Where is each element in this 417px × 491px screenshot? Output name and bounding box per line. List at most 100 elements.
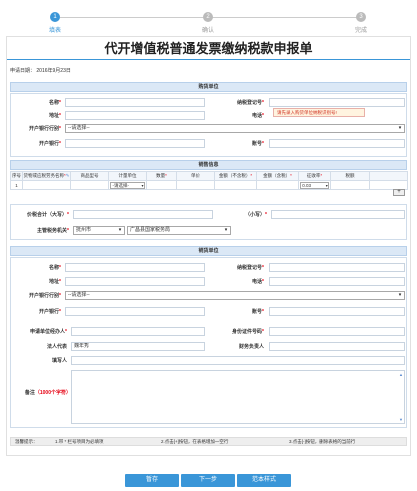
- col-goods-name: 货物或应税劳务名称*✎: [22, 171, 71, 181]
- unit-select[interactable]: -请选择- ▾: [108, 180, 147, 190]
- finance-label: 财务负责人: [238, 344, 264, 350]
- seller-taxid-label: 纳税登记号*: [237, 265, 264, 271]
- hint-bar: 温馨提示： 1.带 * 栏号项目为必填项 2.点击[+]按钮，在表格增加一空行 …: [10, 437, 407, 446]
- buyer-taxid-input[interactable]: [269, 98, 405, 107]
- seller-branch-input[interactable]: [65, 307, 205, 316]
- agent-input[interactable]: [71, 327, 205, 336]
- declaration-form: 代开增值税普通发票缴纳税款申报单 申请日期： 2016年9月23日 购货单位 名…: [6, 36, 411, 456]
- legal-rep-label: 法人代表: [46, 344, 67, 350]
- table-row: 1 -请选择- ▾ 0.03 ▾: [10, 180, 408, 190]
- idno-input[interactable]: [269, 327, 405, 336]
- save-draft-button[interactable]: 暂存: [125, 474, 179, 487]
- col-action: [369, 171, 408, 181]
- idno-label: 身份证件号码*: [232, 329, 264, 335]
- totals-section: 价税合计（大写）* （小写）* 主管税务机关* 抚州市 ▾ 广昌县国家税务局 ▾: [10, 204, 407, 240]
- buyer-address-input[interactable]: [65, 111, 205, 120]
- total-big-label: 价税合计（大写）*: [27, 212, 69, 218]
- seller-branch-label: 开户银行*: [39, 309, 61, 315]
- hint-3: 3.点击[-]按钮，删除表格的当前行: [289, 439, 356, 444]
- step-connector: [212, 17, 358, 18]
- hint-2: 2.点击[+]按钮，在表格增加一空行: [161, 439, 229, 444]
- seller-account-input[interactable]: [269, 307, 405, 316]
- seller-account-label: 账号*: [252, 309, 264, 315]
- model-input[interactable]: [70, 180, 109, 190]
- total-small-label: （小写）*: [245, 212, 267, 218]
- step-connector: [60, 17, 208, 18]
- buyer-bank-label: 开户银行行别*: [29, 126, 61, 132]
- col-price: 单价: [176, 171, 215, 181]
- col-tax: 税额: [330, 171, 370, 181]
- chevron-down-icon: ▾: [398, 292, 402, 298]
- buyer-section: 名称* 纳税登记号* 请先录入购货单位纳税识别号! 地址* 电话* 开户银行行别…: [10, 93, 407, 157]
- seller-address-input[interactable]: [65, 277, 205, 286]
- seller-name-input[interactable]: [65, 263, 205, 272]
- col-amount-inc: 金额（含税）*: [256, 171, 299, 181]
- buyer-bank-select[interactable]: --请选择-- ▾: [65, 124, 405, 133]
- sample-button[interactable]: 范本样式: [237, 474, 291, 487]
- filler-input[interactable]: [71, 356, 405, 365]
- buyer-address-label: 地址*: [49, 113, 61, 119]
- price-input[interactable]: [176, 180, 215, 190]
- add-row-button[interactable]: +: [393, 189, 405, 196]
- col-index: 序号: [10, 171, 23, 181]
- remark-label: 备注（1000个字符）: [24, 390, 71, 396]
- chevron-down-icon: ▾: [118, 227, 122, 233]
- goods-name-input[interactable]: [22, 180, 71, 190]
- hint-title: 温馨提示：: [15, 439, 38, 444]
- pencil-icon: ✎: [65, 173, 70, 178]
- buyer-taxid-label: 纳税登记号*: [237, 100, 264, 106]
- step-2-label: 确认: [201, 28, 214, 34]
- amount-ex-input[interactable]: [214, 180, 257, 190]
- col-quantity: 数量*: [146, 171, 177, 181]
- col-model: 商品型号: [70, 171, 109, 181]
- quantity-input[interactable]: [146, 180, 177, 190]
- seller-bank-select[interactable]: --请选择-- ▾: [65, 291, 405, 300]
- rate-select[interactable]: 0.03 ▾: [298, 180, 331, 190]
- buyer-phone-label: 电话*: [252, 113, 264, 119]
- total-small-input[interactable]: [271, 210, 405, 219]
- progress-steps: 1 填表 2 确认 3 完成: [0, 0, 417, 36]
- step-1-label: 填表: [48, 28, 61, 34]
- page-title: 代开增值税普通发票缴纳税款申报单: [104, 41, 313, 56]
- buyer-account-input[interactable]: [269, 139, 405, 148]
- remark-textarea[interactable]: ▲ ▼: [71, 370, 405, 424]
- amount-inc-input[interactable]: [256, 180, 299, 190]
- chevron-down-icon: ▾: [398, 125, 402, 131]
- seller-phone-input[interactable]: [269, 277, 405, 286]
- chevron-down-icon: ▾: [224, 227, 228, 233]
- goods-table: 序号 货物或应税劳务名称*✎ 商品型号 计量单位 数量* 单价 金额（不含税）*…: [10, 171, 408, 190]
- step-3-label: 完成: [354, 28, 367, 34]
- buyer-account-label: 账号*: [252, 141, 264, 147]
- tax-input[interactable]: [330, 180, 370, 190]
- buyer-name-label: 名称*: [49, 100, 61, 106]
- seller-section-header: 销货单位: [10, 246, 407, 256]
- step-3-dot: 3: [356, 12, 366, 22]
- seller-name-label: 名称*: [49, 265, 61, 271]
- seller-address-label: 地址*: [49, 279, 61, 285]
- step-1-dot: 1: [50, 12, 60, 22]
- city-select[interactable]: 抚州市 ▾: [73, 226, 125, 235]
- seller-phone-label: 电话*: [252, 279, 264, 285]
- goods-section-header: 销售信息: [10, 160, 407, 170]
- buyer-taxid-tip: 请先录入购货单位纳税识别号!: [273, 108, 365, 117]
- agent-label: 申请单位经办人*: [30, 329, 67, 335]
- seller-taxid-input[interactable]: [269, 263, 405, 272]
- scroll-down-icon[interactable]: ▼: [399, 417, 403, 422]
- scroll-up-icon[interactable]: ▲: [399, 372, 403, 377]
- buyer-branch-input[interactable]: [65, 139, 205, 148]
- total-big-input[interactable]: [73, 210, 213, 219]
- col-amount-ex: 金额（不含税）*: [214, 171, 257, 181]
- buyer-name-input[interactable]: [65, 98, 205, 107]
- col-rate: 征收率*: [298, 171, 331, 181]
- next-step-button[interactable]: 下一步: [181, 474, 235, 487]
- tax-office-label: 主管税务机关*: [37, 228, 69, 234]
- tax-office-select[interactable]: 广昌县国家税务局 ▾: [127, 226, 231, 235]
- filler-label: 填写人: [51, 358, 67, 364]
- seller-section: 名称* 纳税登记号* 地址* 电话* 开户银行行别* --请选择-- ▾ 开户银行…: [10, 257, 407, 428]
- row-index: 1: [10, 180, 23, 190]
- apply-date: 申请日期： 2016年9月23日: [10, 68, 71, 74]
- col-unit: 计量单位: [108, 171, 147, 181]
- finance-input[interactable]: [269, 342, 405, 351]
- hint-1: 1.带 * 栏号项目为必填项: [55, 439, 104, 444]
- legal-rep-input[interactable]: 魏年秀: [71, 342, 205, 351]
